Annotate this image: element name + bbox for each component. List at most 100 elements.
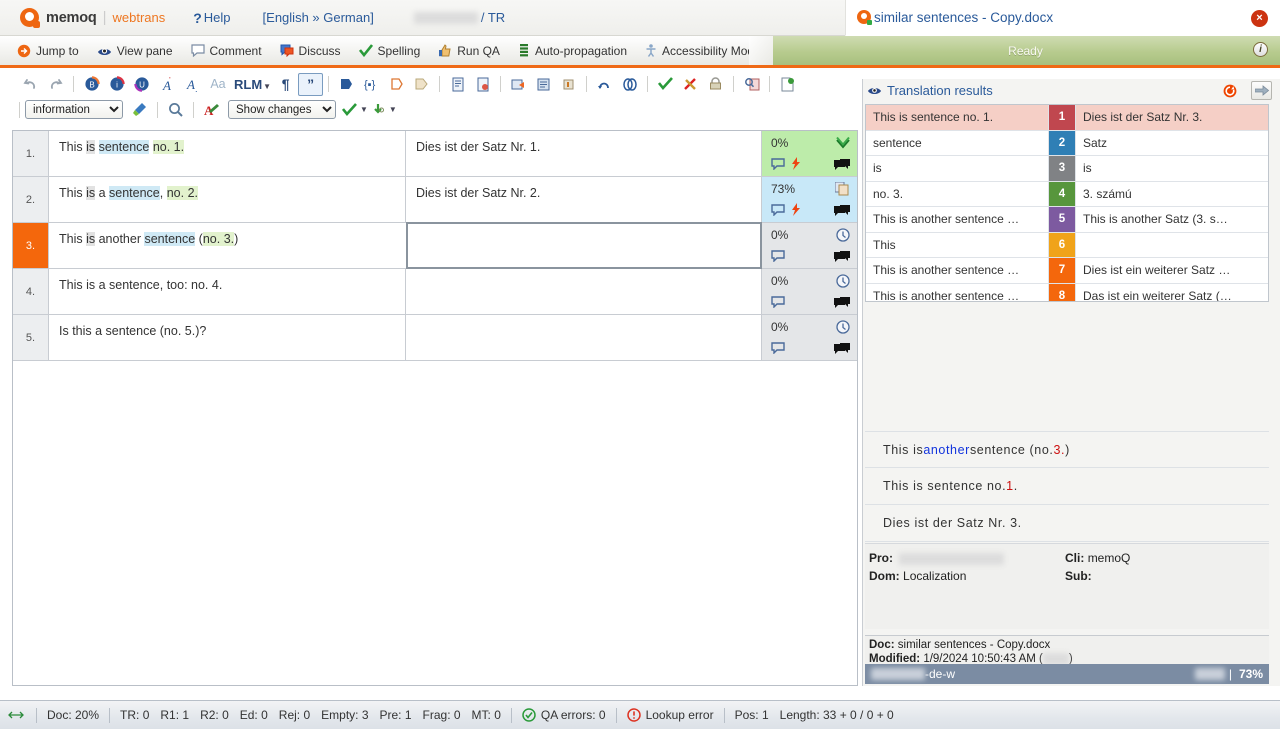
menu-item-comment[interactable]: Comment xyxy=(182,36,271,65)
result-rank-badge: 8 xyxy=(1049,284,1075,303)
info-icon[interactable]: i xyxy=(1253,42,1268,57)
close-icon[interactable]: × xyxy=(1251,10,1268,27)
not-started-icon[interactable] xyxy=(836,228,850,242)
status-lookup-error[interactable]: Lookup error xyxy=(627,708,714,722)
tm-match-icon[interactable] xyxy=(835,182,850,196)
preview-dark-icon[interactable] xyxy=(834,159,850,171)
source-cell[interactable]: This is a sentence, no. 2. xyxy=(49,177,406,222)
table-row[interactable]: 2. This is a sentence, no. 2. Dies ist d… xyxy=(13,177,857,223)
copy-source-icon[interactable] xyxy=(445,73,470,96)
information-dropdown[interactable]: information xyxy=(25,100,123,119)
meta-project-value-redacted xyxy=(899,553,1004,565)
not-started-icon[interactable] xyxy=(836,320,850,334)
resize-grip-icon[interactable] xyxy=(6,710,26,720)
track-changes-icon[interactable]: A xyxy=(199,98,224,121)
preview-dark-icon[interactable] xyxy=(834,297,850,309)
comment-bubble-icon[interactable] xyxy=(771,204,786,216)
refresh-icon[interactable] xyxy=(1219,81,1240,100)
menu-item-auto-propagation[interactable]: Auto-propagation xyxy=(509,36,636,65)
list-item[interactable]: This is another sentence … 8 Das ist ein… xyxy=(866,284,1268,303)
svg-text:A: A xyxy=(186,77,195,92)
menu-item-view-pane[interactable]: View pane xyxy=(88,36,182,65)
source-cell[interactable]: This is a sentence, too: no. 4. xyxy=(49,269,406,314)
table-row[interactable]: 1. This is sentence no. 1. Dies ist der … xyxy=(13,131,857,177)
comment-bubble-icon[interactable] xyxy=(771,296,786,308)
target-cell[interactable]: Dies ist der Satz Nr. 1. xyxy=(406,131,762,176)
not-started-icon[interactable] xyxy=(836,274,850,288)
target-cell[interactable]: Dies ist der Satz Nr. 2. xyxy=(406,177,762,222)
merge-icon[interactable] xyxy=(531,73,556,96)
lightning-icon[interactable] xyxy=(792,203,801,216)
table-row[interactable]: 5. Is this a sentence (no. 5.)? 0% xyxy=(13,315,857,361)
chevron-down-icon[interactable]: ▼ xyxy=(360,105,368,114)
status-sub-icons xyxy=(771,250,786,262)
undo-icon[interactable] xyxy=(18,73,43,96)
lightning-icon[interactable] xyxy=(792,157,801,170)
case-icon[interactable]: Aa xyxy=(204,73,232,96)
rlm-button[interactable]: RLM▼ xyxy=(232,77,273,92)
menu-item-run-qa[interactable]: Run QA xyxy=(429,36,509,65)
add-term-icon[interactable]: A' xyxy=(154,73,179,96)
tag-all-icon[interactable] xyxy=(409,73,434,96)
confirm-check-icon[interactable] xyxy=(653,73,678,96)
chevron-down-icon[interactable]: ▼ xyxy=(389,105,397,114)
table-row-active[interactable]: 3. This is another sentence (no. 3.) 0% xyxy=(13,223,857,269)
list-item[interactable]: is 3 is xyxy=(866,156,1268,182)
source-cell[interactable]: This is another sentence (no. 3.) xyxy=(49,223,407,268)
table-row[interactable]: 4. This is a sentence, too: no. 4. 0% xyxy=(13,269,857,315)
menu-item-discuss[interactable]: Discuss xyxy=(271,36,350,65)
export-icon[interactable] xyxy=(775,73,800,96)
confirm-purple-icon[interactable]: U xyxy=(129,73,154,96)
target-cell-editing[interactable] xyxy=(406,222,762,269)
confirm-orange-icon[interactable]: i xyxy=(104,73,129,96)
download-green-icon[interactable] xyxy=(368,98,388,121)
tag-braces-icon[interactable]: {▪} xyxy=(359,73,384,96)
source-cell[interactable]: This is sentence no. 1. xyxy=(49,131,406,176)
reject-icon[interactable] xyxy=(678,73,703,96)
grid-empty-area[interactable] xyxy=(13,361,857,686)
search-icon[interactable] xyxy=(163,98,188,121)
preview-dark-icon[interactable] xyxy=(834,343,850,355)
document-tab[interactable]: similar sentences - Copy.docx × xyxy=(845,0,1280,36)
menu-item-jump-to[interactable]: Jump to xyxy=(8,36,88,65)
list-item[interactable]: no. 3. 4 3. számú xyxy=(866,182,1268,208)
confirm-green-check-icon[interactable] xyxy=(339,98,359,121)
list-item[interactable]: This is sentence no. 1. 1 Dies ist der S… xyxy=(866,105,1268,131)
source-cell[interactable]: Is this a sentence (no. 5.)? xyxy=(49,315,406,360)
list-item[interactable]: This is another sentence … 7 Dies ist ei… xyxy=(866,258,1268,284)
comment-bubble-icon[interactable] xyxy=(771,342,786,354)
copy-source-all-icon[interactable] xyxy=(470,73,495,96)
list-item[interactable]: sentence 2 Satz xyxy=(866,131,1268,157)
term-icon[interactable]: A, xyxy=(179,73,204,96)
confirm-blue-icon[interactable]: B xyxy=(79,73,104,96)
redo-icon[interactable] xyxy=(43,73,68,96)
undo-segment-icon[interactable] xyxy=(592,73,617,96)
translation-results-list[interactable]: This is sentence no. 1. 1 Dies ist der S… xyxy=(865,104,1269,302)
pilcrow-icon[interactable]: ¶ xyxy=(273,73,298,96)
language-pair[interactable]: [English » German] xyxy=(263,10,374,25)
target-cell[interactable] xyxy=(406,269,762,314)
tag-next-icon[interactable] xyxy=(384,73,409,96)
comment-bubble-icon[interactable] xyxy=(771,250,786,262)
menu-item-spelling[interactable]: Spelling xyxy=(350,36,430,65)
target-cell[interactable] xyxy=(406,315,762,360)
find-replace-icon[interactable] xyxy=(739,73,764,96)
preview-dark-icon[interactable] xyxy=(834,205,850,217)
comment-bubble-icon[interactable] xyxy=(771,158,786,170)
lock-segment-icon[interactable] xyxy=(556,73,581,96)
show-changes-dropdown[interactable]: Show changes xyxy=(228,100,336,119)
confirmed-green-icon[interactable] xyxy=(836,136,850,150)
quote-icon[interactable]: ” xyxy=(298,73,323,96)
list-item[interactable]: This 6 xyxy=(866,233,1268,259)
translation-grid[interactable]: 1. This is sentence no. 1. Dies ist der … xyxy=(12,130,858,686)
preview-dark-icon[interactable] xyxy=(834,251,850,263)
split-join-icon[interactable] xyxy=(506,73,531,96)
tag-insert-icon[interactable] xyxy=(334,73,359,96)
insert-arrow-icon[interactable] xyxy=(1251,81,1272,100)
help-link[interactable]: ? Help xyxy=(193,10,230,26)
list-item[interactable]: This is another sentence … 5 This is ano… xyxy=(866,207,1268,233)
link-icon[interactable] xyxy=(617,73,642,96)
highlighter-icon[interactable] xyxy=(127,98,152,121)
status-qa-errors[interactable]: QA errors: 0 xyxy=(522,708,606,722)
lock-icon[interactable] xyxy=(703,73,728,96)
